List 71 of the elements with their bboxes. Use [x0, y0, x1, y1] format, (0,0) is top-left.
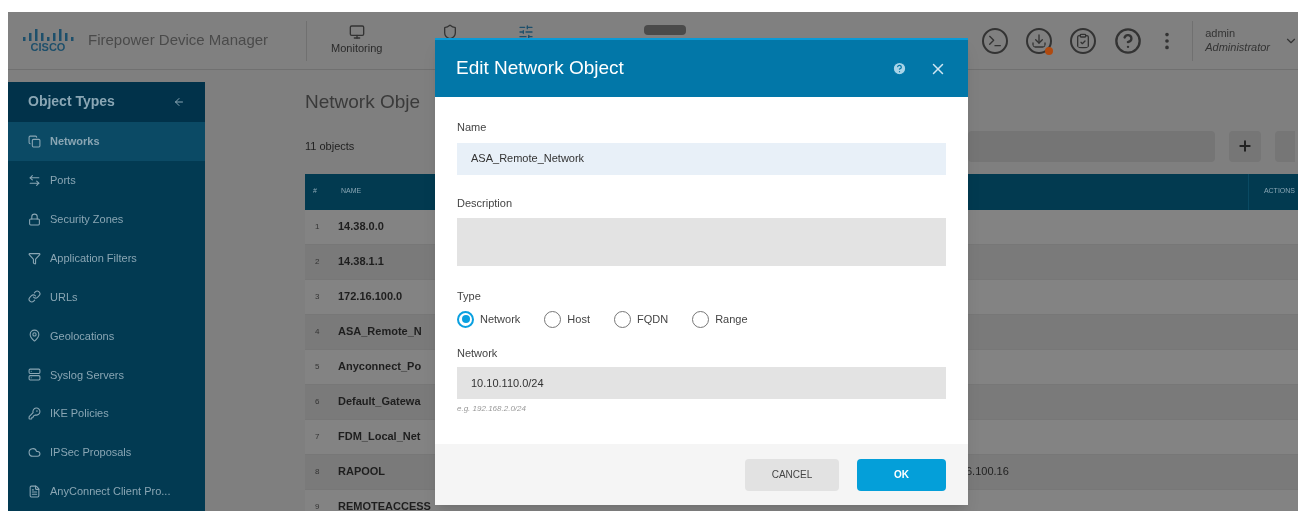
radio-option[interactable]: Network — [457, 310, 521, 328]
description-field[interactable] — [457, 218, 946, 266]
lock-icon — [28, 212, 41, 226]
table-cell-text: Anyconnect_Po — [337, 359, 423, 375]
server-icon — [28, 368, 41, 382]
radio-button[interactable] — [457, 310, 474, 328]
field-label: Name — [457, 120, 488, 135]
logo-text: CISCO — [30, 42, 66, 53]
sidebar-item[interactable]: Ports — [8, 160, 205, 200]
shield-icon[interactable] — [442, 23, 459, 40]
row-number: 3 — [314, 290, 321, 303]
table-cell-text: 172.16.100.0 — [337, 289, 404, 305]
help-icon[interactable] — [892, 61, 907, 76]
nav-tab[interactable]: Monitoring — [331, 24, 383, 57]
row-number: 6 — [314, 395, 321, 408]
table-cell-text: RAPOOL — [337, 464, 387, 480]
filter-icon — [28, 251, 41, 265]
terminal-icon[interactable] — [982, 27, 1009, 54]
field-label: Description — [457, 195, 514, 211]
arrows-icon — [28, 173, 41, 187]
table-cell-text: FDM_Local_Net — [337, 429, 422, 445]
logo-icon — [22, 28, 74, 42]
sidebar-item[interactable]: URLs — [8, 277, 205, 317]
add-button[interactable] — [1229, 130, 1261, 162]
table-cell-text: 14.38.1.1 — [337, 254, 385, 270]
sidebar-item[interactable]: IPSec Proposals — [8, 433, 205, 473]
cloud-icon — [28, 446, 41, 460]
dialog-title: Edit Network Object — [456, 56, 625, 81]
table-cell-text: ASA_Remote_N — [337, 324, 423, 340]
row-number: 1 — [314, 220, 321, 233]
user-name: admin — [1205, 26, 1237, 41]
ok-button[interactable]: OK — [857, 458, 946, 491]
row-number: 5 — [314, 360, 321, 373]
help-icon[interactable] — [1114, 26, 1143, 55]
page-title: Network Obje — [305, 90, 422, 114]
radio-option[interactable]: Range — [692, 310, 748, 328]
object-count: 11 objects — [305, 138, 356, 154]
row-number: 9 — [314, 500, 321, 511]
link-icon — [28, 290, 41, 304]
field-hint: e.g. 192.168.2.0/24 — [457, 403, 527, 415]
table-cell-text: 14.38.0.0 — [337, 219, 385, 235]
sidebar-item[interactable]: Networks — [8, 121, 205, 161]
clipboard-icon[interactable] — [1070, 27, 1097, 54]
user-role: Administrator — [1205, 40, 1270, 55]
name-field[interactable]: ASA_Remote_Network — [457, 142, 946, 175]
cancel-button[interactable]: CANCEL — [745, 458, 839, 491]
copy-icon — [28, 134, 41, 148]
pin-icon — [28, 329, 41, 343]
sidebar-item[interactable]: Application Filters — [8, 238, 205, 278]
document-icon — [28, 485, 41, 498]
field-label: Network — [457, 345, 499, 361]
sidebar-item[interactable]: Syslog Servers — [8, 355, 205, 395]
search-field[interactable] — [968, 130, 1215, 162]
plus-icon — [1237, 138, 1253, 154]
radio-option[interactable]: Host — [544, 310, 590, 328]
sidebar-title: Object Types — [28, 92, 115, 112]
table-cell-text: Default_Gatewa — [337, 394, 422, 410]
sliders-icon[interactable] — [518, 23, 535, 40]
sidebar-item[interactable]: Security Zones — [8, 199, 205, 239]
monitor-icon — [348, 24, 365, 41]
row-number: 7 — [314, 430, 321, 443]
sidebar-item[interactable]: IKE Policies — [8, 394, 205, 434]
sidebar-item[interactable]: Geolocations — [8, 316, 205, 356]
collapse-icon[interactable] — [173, 95, 185, 108]
field-label: Type — [457, 289, 482, 304]
radio-option[interactable]: FQDN — [613, 310, 669, 328]
sidebar-item[interactable]: AnyConnect Client Pro... — [8, 472, 205, 511]
network-field[interactable]: 10.10.110.0/24 — [457, 367, 946, 399]
key-icon — [28, 407, 41, 421]
device-icon[interactable] — [644, 24, 687, 35]
table-cell-text: REMOTEACCESS — [337, 499, 432, 511]
